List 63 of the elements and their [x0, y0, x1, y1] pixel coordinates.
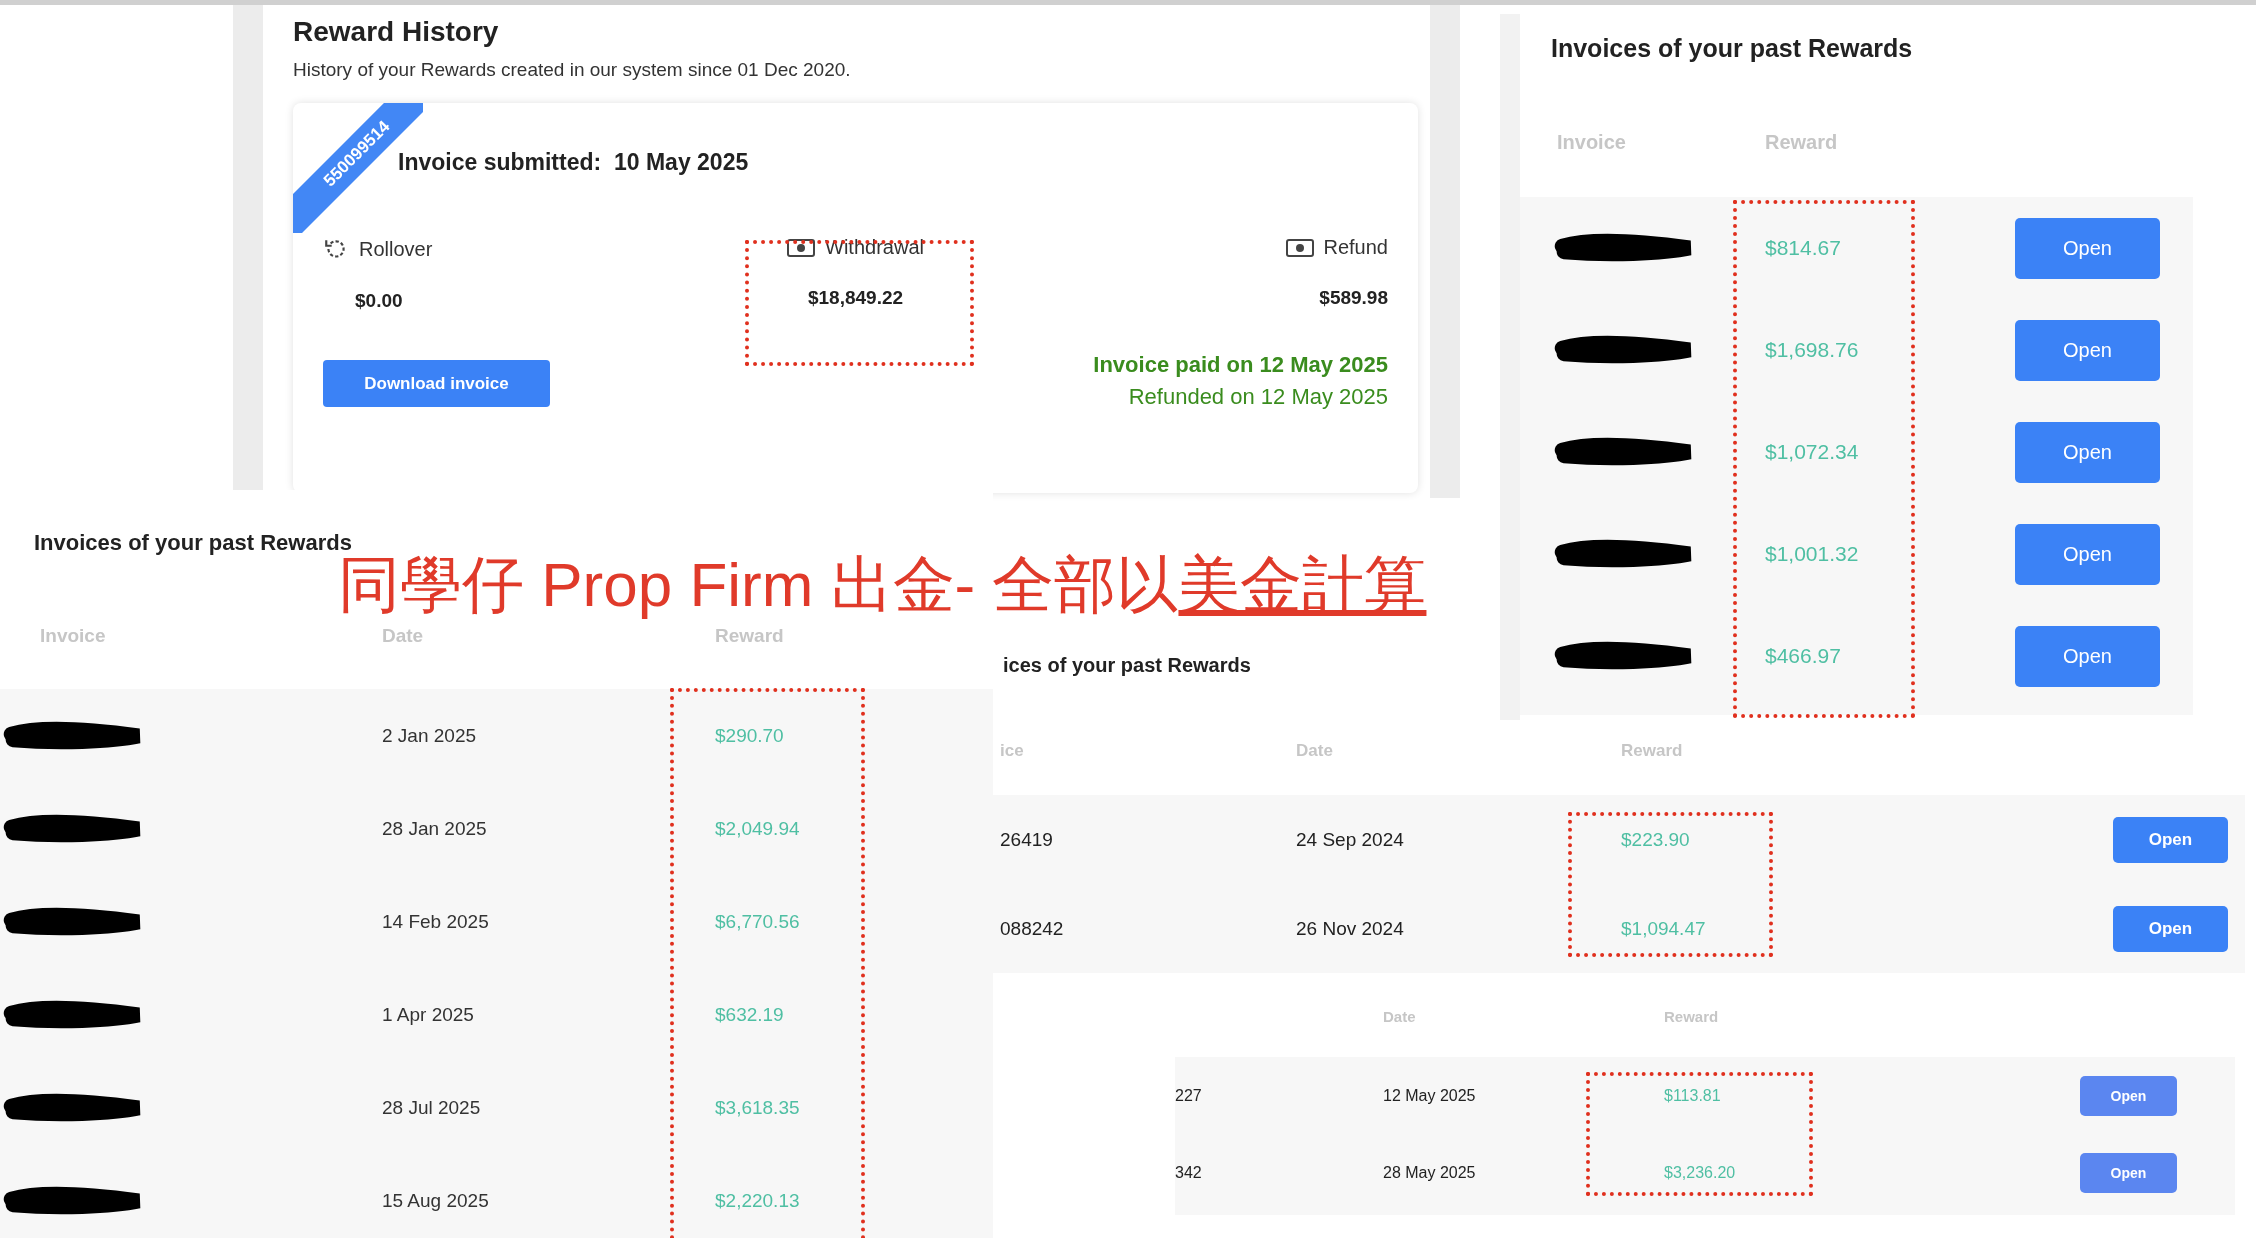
- invoice-number: 088242: [999, 917, 1064, 939]
- date-cell-text: 28 Jul 2025: [382, 1096, 482, 1119]
- column-header: Date: [1296, 741, 1334, 761]
- date-cell-text: 2 Jan 2025: [382, 724, 478, 747]
- download-invoice-button[interactable]: Download invoice: [323, 360, 550, 407]
- amount-value: $589.98: [1319, 287, 1388, 309]
- date-cell-text: 14 Feb 2025: [382, 910, 490, 933]
- date-cell-text: 12 May 2025: [1383, 1086, 1477, 1105]
- reward-amount: $3,618.35: [715, 1096, 801, 1119]
- date-cell-text: 1 Apr 2025: [382, 1003, 475, 1026]
- refund-status: Refunded on 12 May 2025: [1127, 384, 1388, 410]
- column-header: Reward: [1621, 741, 1684, 761]
- open-button[interactable]: Open: [2113, 905, 2228, 952]
- amount-label: Rollover: [359, 237, 433, 261]
- section-title: Reward History: [293, 15, 500, 49]
- reward-amount: $1,001.32: [1765, 542, 1860, 566]
- reward-amount: $466.97: [1765, 644, 1842, 668]
- open-button[interactable]: Open: [2080, 1152, 2177, 1193]
- panel-title: Invoices of your past Rewards: [1550, 33, 1913, 63]
- reward-amount: $2,049.94: [715, 817, 801, 840]
- invoice-number: 227: [1175, 1086, 1202, 1104]
- reward-amount: $814.67: [1765, 236, 1842, 260]
- section-subtitle: History of your Rewards created in our system since 01 Dec 2020.: [293, 59, 852, 81]
- reward-amount: $113.81: [1664, 1086, 1722, 1105]
- amount-value: $0.00: [355, 290, 403, 312]
- reward-amount: $290.70: [715, 724, 785, 747]
- invoice-number: 342: [1175, 1163, 1202, 1181]
- reward-amount: $3,236.20: [1664, 1163, 1737, 1182]
- open-button[interactable]: Open: [2113, 816, 2228, 863]
- amount-value: $18,849.22: [807, 287, 904, 309]
- banknote-icon: [787, 238, 816, 257]
- column-header: ice: [999, 741, 1025, 761]
- panel-title: ices of your past Rewards: [1002, 653, 1251, 677]
- date-cell-text: 26 Nov 2024: [1296, 917, 1405, 940]
- open-button[interactable]: Open: [2015, 421, 2160, 483]
- reward-amount: $1,094.47: [1621, 917, 1707, 940]
- open-button[interactable]: Open: [2015, 523, 2160, 585]
- reward-amount: $6,770.56: [715, 910, 801, 933]
- invoice-number: 26419: [999, 828, 1053, 850]
- column-header: Date: [382, 625, 425, 647]
- column-header: Invoice: [39, 625, 107, 647]
- column-header: Date: [1383, 1007, 1417, 1025]
- open-button[interactable]: Open: [2015, 217, 2160, 279]
- column-header: Reward: [1765, 130, 1839, 154]
- date-cell-text: 15 Aug 2025: [382, 1189, 490, 1212]
- reward-amount: $2,220.13: [715, 1189, 801, 1212]
- reward-amount: $1,072.34: [1765, 440, 1860, 464]
- paid-status: Invoice paid on 12 May 2025: [1093, 352, 1388, 378]
- date-cell-text: 28 Jan 2025: [382, 817, 488, 840]
- reward-amount: $223.90: [1621, 828, 1691, 851]
- date-cell-text: 24 Sep 2024: [1296, 828, 1405, 851]
- open-button[interactable]: Open: [2080, 1075, 2177, 1116]
- open-button[interactable]: Open: [2015, 319, 2160, 381]
- column-header: Reward: [715, 625, 785, 647]
- reward-amount: $632.19: [715, 1003, 785, 1026]
- column-header: Invoice: [1556, 130, 1627, 154]
- banknote-icon: [1285, 238, 1314, 257]
- amount-label: Withdrawal: [825, 236, 924, 259]
- date-cell-text: 28 May 2025: [1383, 1163, 1477, 1182]
- reward-amount: $1,698.76: [1765, 338, 1860, 362]
- amount-label: Refund: [1323, 236, 1388, 259]
- open-button[interactable]: Open: [2015, 625, 2160, 687]
- column-header: Reward: [1664, 1007, 1720, 1025]
